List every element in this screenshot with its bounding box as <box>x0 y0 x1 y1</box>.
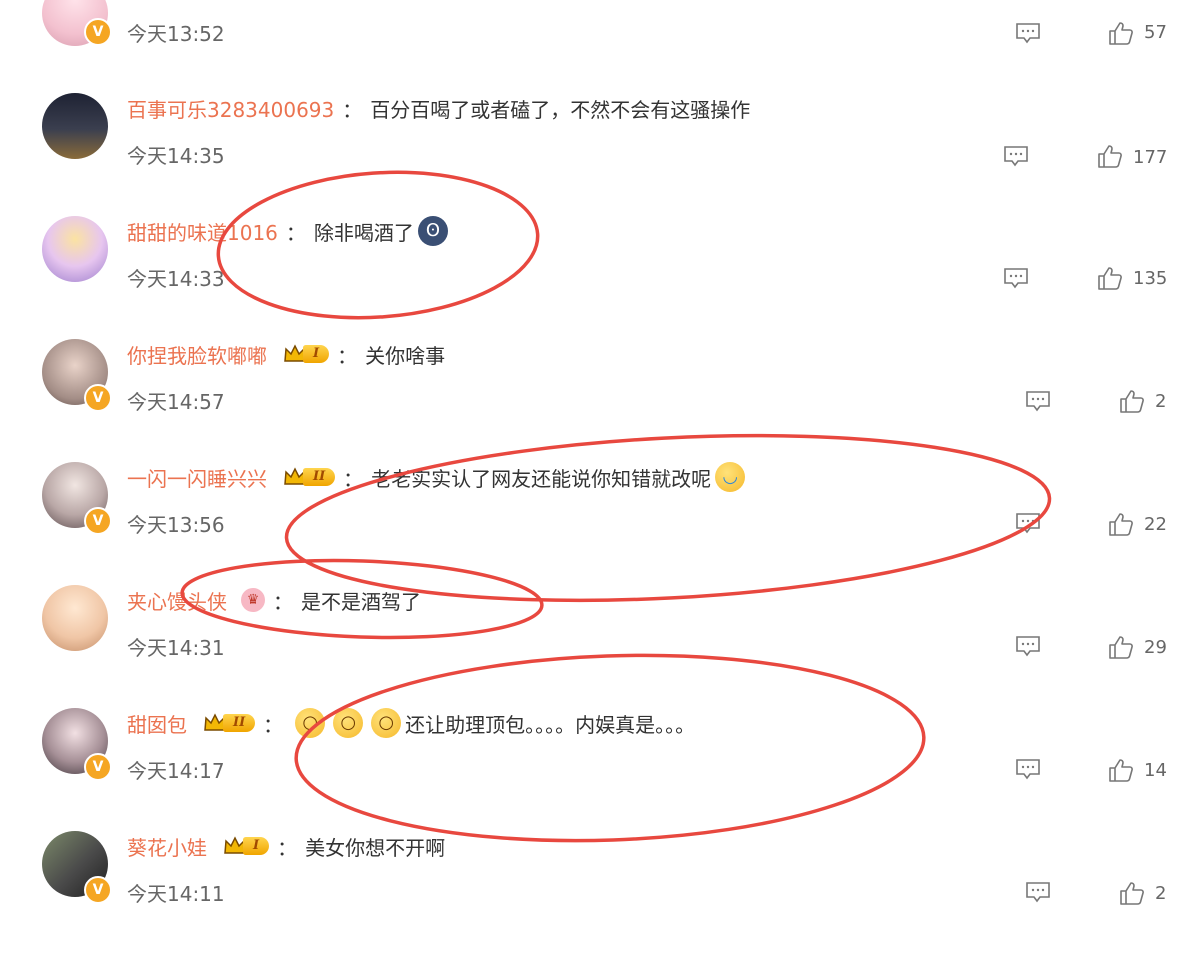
comment-line: 甜甜的味道1016 ： 除非喝酒了 ʘ <box>127 216 448 246</box>
avatar[interactable] <box>42 585 108 651</box>
separator: ： <box>273 589 293 614</box>
comment-line: 你捏我脸软嘟嘟 I ： 关你啥事 <box>127 339 445 369</box>
comment-text: 是不是酒驾了 <box>301 589 421 614</box>
verified-v-badge-icon: V <box>84 384 112 412</box>
comment-text: 关你啥事 <box>365 343 446 368</box>
thumbs-up-icon[interactable] <box>1119 880 1145 906</box>
comment-time: 今天14:17 <box>127 759 225 783</box>
comment-text: 还让助理顶包。。。。内娱真是。。。 <box>405 712 696 737</box>
username-link[interactable]: 夹心馒头侠 <box>127 586 227 615</box>
like-count: 22 <box>1144 514 1167 535</box>
shocked-emoji-icon: ○ <box>371 708 402 738</box>
verified-v-badge-icon: V <box>84 753 112 781</box>
username-link[interactable]: 甜甜的味道1016 <box>127 217 278 246</box>
thumbs-up-icon[interactable] <box>1108 757 1134 783</box>
like-count: 29 <box>1144 637 1167 658</box>
thumbs-up-icon[interactable] <box>1108 634 1134 660</box>
comment-line: 百事可乐3283400693 ： 百分百喝了或者磕了，不然不会有这骚操作 <box>127 93 750 123</box>
crown-membership-icon[interactable]: I <box>283 342 330 366</box>
username-link[interactable]: 一闪一闪睡兴兴 <box>127 463 267 492</box>
username-link[interactable]: 你捏我脸软嘟嘟 <box>127 340 267 369</box>
comment-text: 美女你想不开啊 <box>305 835 446 860</box>
crying-laughing-emoji-icon: ◡ <box>715 462 746 492</box>
comment-bubble-icon[interactable] <box>1003 145 1029 167</box>
comment-time: 今天13:56 <box>127 513 225 537</box>
comment-line: 夹心馒头侠 ♛ ： 是不是酒驾了 <box>127 585 421 615</box>
verified-v-badge-icon: V <box>84 876 112 904</box>
like-count: 14 <box>1144 760 1167 781</box>
separator: ： <box>337 343 358 368</box>
comment-time: 今天14:57 <box>127 390 225 414</box>
comment-bubble-icon[interactable] <box>1025 390 1051 412</box>
comment-text: 老老实实认了网友还能说你知错就改呢 <box>371 466 712 491</box>
comment-time: 今天14:31 <box>127 636 225 660</box>
username-link[interactable]: 葵花小娃 <box>127 832 207 861</box>
comment-bubble-icon[interactable] <box>1015 22 1041 44</box>
comment-bubble-icon[interactable] <box>1025 881 1051 903</box>
like-count: 2 <box>1155 391 1167 412</box>
comment-time: 今天14:33 <box>127 267 225 291</box>
vip-level-badge: II <box>223 714 256 732</box>
comment-bubble-icon[interactable] <box>1015 635 1041 657</box>
comment-time: 今天14:11 <box>127 882 225 906</box>
comment-text: 百分百喝了或者磕了，不然不会有这骚操作 <box>370 97 751 122</box>
comment-line: 葵花小娃 I ： 美女你想不开啊 <box>127 831 445 861</box>
comment-line: 一闪一闪睡兴兴 II ： 老老实实认了网友还能说你知错就改呢 ◡ <box>127 462 746 492</box>
comment-time: 今天13:52 <box>127 22 225 46</box>
comment-bubble-icon[interactable] <box>1015 758 1041 780</box>
ghost-emoji-icon: ʘ <box>417 216 448 246</box>
thumbs-up-icon[interactable] <box>1108 511 1134 537</box>
comment-line: 甜囡包 II ： ○ ○ ○ 还让助理顶包。。。。内娱真是。。。 <box>127 708 695 738</box>
separator: ： <box>263 712 284 737</box>
like-count: 135 <box>1133 268 1168 289</box>
princess-badge-icon: ♛ <box>241 588 265 612</box>
username-link[interactable]: 甜囡包 <box>127 709 187 738</box>
thumbs-up-icon[interactable] <box>1108 20 1134 46</box>
vip-level-badge: I <box>303 345 330 363</box>
username-link[interactable]: 百事可乐3283400693 <box>127 94 334 123</box>
separator: ： <box>285 220 306 245</box>
vip-level-badge: II <box>303 468 336 486</box>
crown-membership-icon[interactable]: II <box>283 465 336 489</box>
like-count: 2 <box>1155 883 1167 904</box>
comment-item: V 葵花小娃 I ： 美女你想不开啊 今天14:11 <box>0 831 1202 953</box>
verified-v-badge-icon: V <box>84 507 112 535</box>
verified-v-badge-icon: V <box>84 18 112 46</box>
vip-level-badge: I <box>243 837 270 855</box>
crown-membership-icon[interactable]: II <box>203 711 256 735</box>
thumbs-up-icon[interactable] <box>1119 388 1145 414</box>
comment-bubble-icon[interactable] <box>1015 512 1041 534</box>
shocked-emoji-icon: ○ <box>333 708 364 738</box>
shocked-emoji-icon: ○ <box>295 708 326 738</box>
avatar[interactable] <box>42 216 108 282</box>
comment-text: 除非喝酒了 <box>313 220 414 245</box>
thumbs-up-icon[interactable] <box>1097 143 1123 169</box>
separator: ： <box>342 97 363 122</box>
comment-bubble-icon[interactable] <box>1003 267 1029 289</box>
comment-item: V 今天13:52 <box>0 0 1202 102</box>
separator: ： <box>277 835 298 860</box>
avatar[interactable] <box>42 93 108 159</box>
comment-time: 今天14:35 <box>127 144 225 168</box>
crown-membership-icon[interactable]: I <box>223 834 270 858</box>
separator: ： <box>343 466 364 491</box>
thumbs-up-icon[interactable] <box>1097 265 1123 291</box>
like-count: 57 <box>1144 22 1167 43</box>
like-count: 177 <box>1133 147 1168 168</box>
comment-item: V 你捏我脸软嘟嘟 I ： 关你啥事 今天14:57 <box>0 339 1202 461</box>
